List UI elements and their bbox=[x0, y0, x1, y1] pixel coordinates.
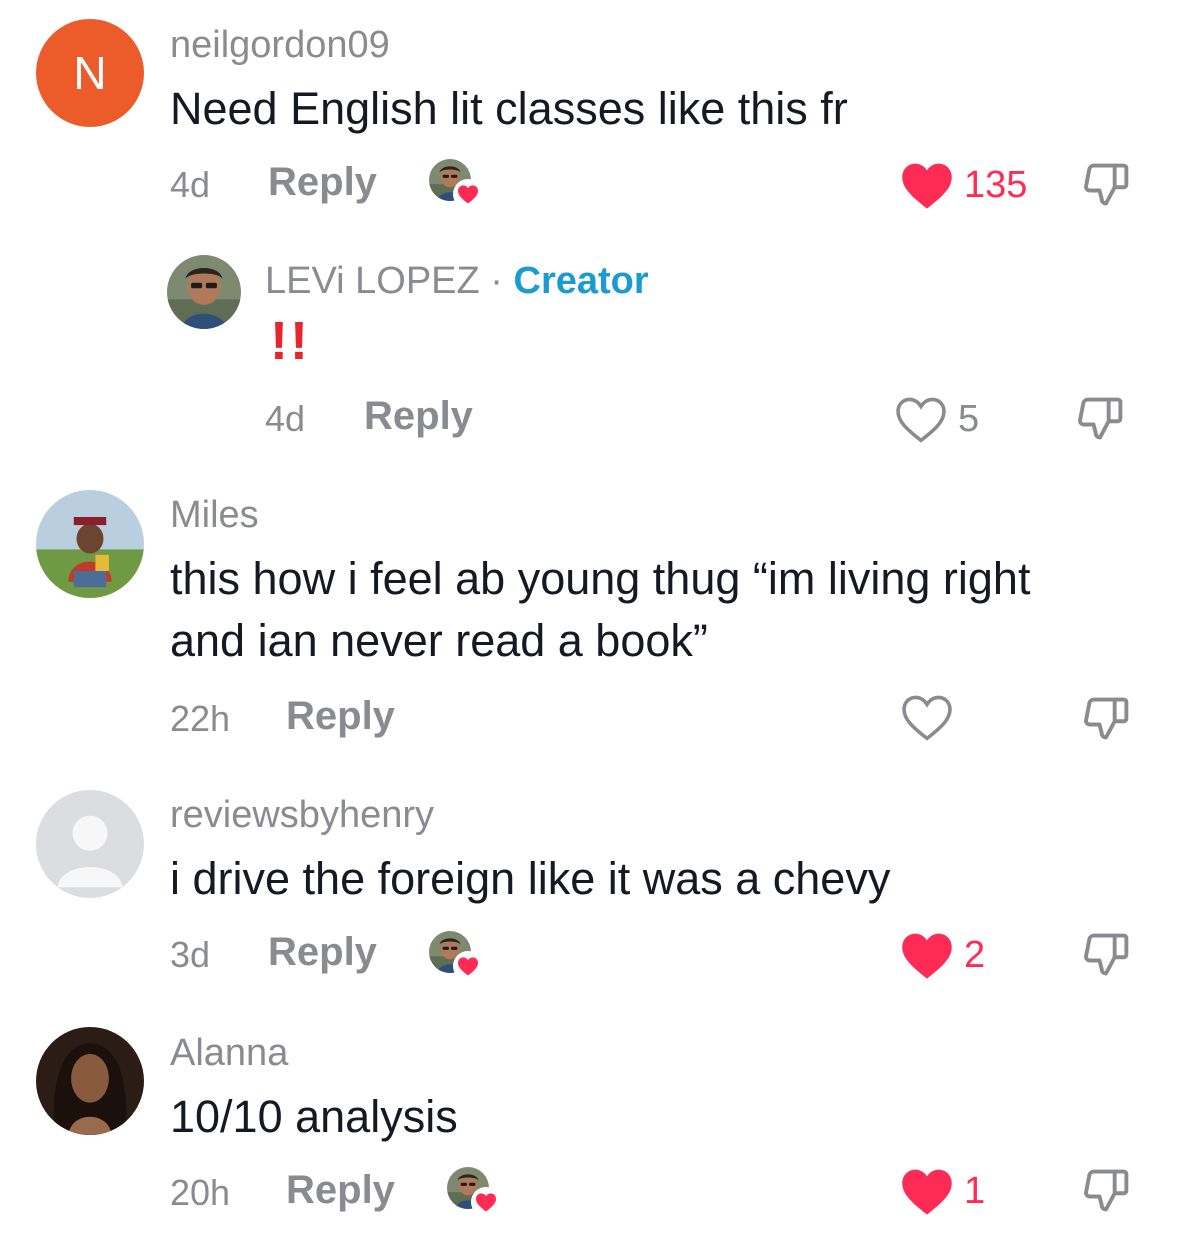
like-button[interactable]: 1 bbox=[900, 1166, 985, 1216]
dislike-icon[interactable] bbox=[1080, 158, 1132, 210]
comment-timestamp: 22h bbox=[170, 698, 231, 739]
comment-username[interactable]: reviewsbyhenry bbox=[170, 794, 434, 837]
like-count: 1 bbox=[964, 1169, 986, 1212]
comment-text: !! bbox=[270, 311, 310, 371]
username-text: LEVi LOPEZ bbox=[265, 260, 480, 302]
avatar-letter: N bbox=[73, 47, 107, 99]
comment-timestamp: 20h bbox=[170, 1172, 231, 1213]
avatar[interactable]: N bbox=[36, 19, 144, 127]
comment-timestamp: 4d bbox=[170, 164, 211, 205]
like-count: 135 bbox=[964, 163, 1028, 206]
comment-username[interactable]: LEVi LOPEZ · Creator bbox=[265, 260, 649, 303]
reply-button[interactable]: Reply bbox=[286, 1168, 395, 1213]
dislike-icon[interactable] bbox=[1080, 692, 1132, 744]
heart-icon bbox=[902, 933, 952, 979]
creator-liked-badge-icon bbox=[428, 158, 484, 210]
comment-username[interactable]: Alanna bbox=[170, 1032, 288, 1075]
like-button[interactable]: 2 bbox=[900, 930, 985, 980]
username-separator: · bbox=[490, 260, 503, 302]
creator-liked-badge-icon bbox=[428, 930, 484, 982]
reply-button[interactable]: Reply bbox=[268, 930, 377, 975]
like-button[interactable] bbox=[900, 692, 954, 742]
dislike-icon[interactable] bbox=[1080, 1164, 1132, 1216]
heart-icon bbox=[902, 163, 952, 209]
comment-username[interactable]: Miles bbox=[170, 494, 259, 537]
comment-timestamp: 3d bbox=[170, 934, 211, 975]
reply-button[interactable]: Reply bbox=[286, 694, 395, 739]
comment-text: Need English lit classes like this fr bbox=[170, 83, 848, 134]
avatar[interactable] bbox=[167, 255, 241, 329]
like-button[interactable]: 135 bbox=[900, 160, 1027, 210]
avatar[interactable] bbox=[36, 490, 144, 598]
heart-icon bbox=[902, 1169, 952, 1215]
like-count: 2 bbox=[964, 933, 986, 976]
comment-timestamp: 4d bbox=[265, 398, 306, 439]
reply-button[interactable]: Reply bbox=[268, 160, 377, 205]
dislike-icon[interactable] bbox=[1074, 392, 1126, 444]
comment-text: 10/10 analysis bbox=[170, 1091, 458, 1142]
creator-tag: Creator bbox=[513, 260, 649, 302]
comment-text-line-1: this how i feel ab young thug “im living… bbox=[170, 553, 1031, 604]
avatar[interactable] bbox=[36, 1027, 144, 1135]
creator-liked-badge-icon bbox=[446, 1166, 502, 1218]
comment-text-line-2: and ian never read a book” bbox=[170, 615, 708, 666]
comment-text: i drive the foreign like it was a chevy bbox=[170, 853, 891, 904]
like-button[interactable]: 5 bbox=[894, 394, 979, 444]
like-count: 5 bbox=[958, 397, 980, 440]
heart-outline-icon bbox=[902, 695, 952, 741]
heart-outline-icon bbox=[896, 397, 946, 443]
reply-button[interactable]: Reply bbox=[364, 394, 473, 439]
dislike-icon[interactable] bbox=[1080, 928, 1132, 980]
comment-username[interactable]: neilgordon09 bbox=[170, 24, 390, 67]
avatar[interactable] bbox=[36, 790, 144, 898]
